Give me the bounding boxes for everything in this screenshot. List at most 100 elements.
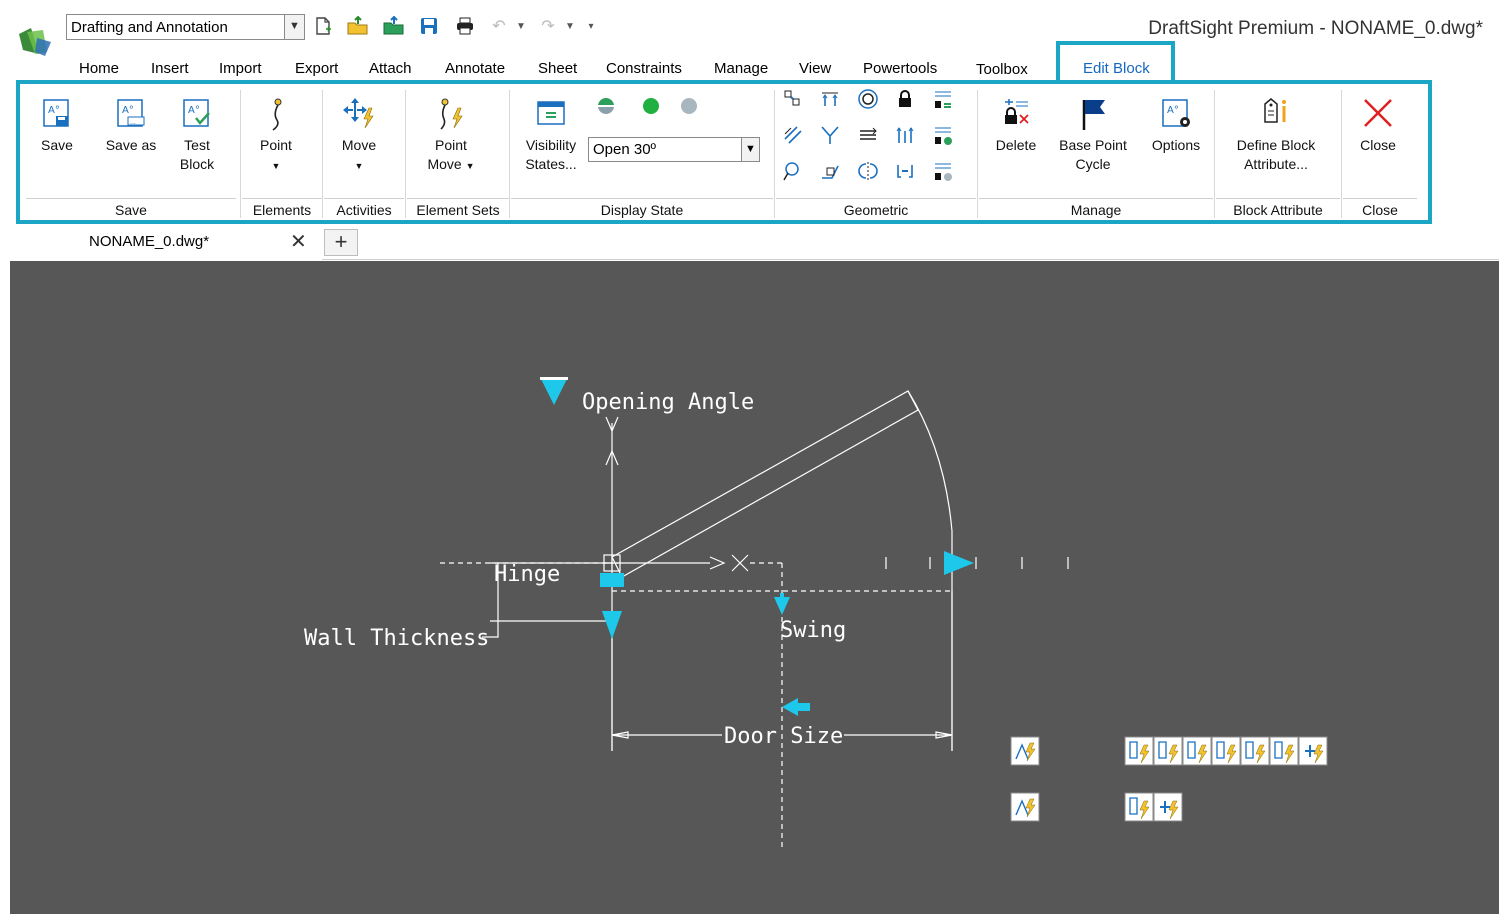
print-icon[interactable] [454,16,476,38]
chevron-down-icon[interactable]: ▼ [741,138,759,161]
drawing-canvas[interactable]: Opening Angle Hinge Wall Thickness Swing… [10,261,1499,914]
swing-grip-stem[interactable] [780,593,784,607]
symmetric-icon[interactable] [855,160,881,186]
coincident-icon[interactable] [780,88,806,114]
new-tab-button[interactable]: + [324,229,358,256]
redo-dropdown-icon[interactable]: ▼ [559,16,581,38]
undo-icon[interactable]: ↶ [488,16,510,38]
point-action-badge[interactable] [1211,736,1241,766]
visibility-state-select[interactable]: Open 30º ▼ [588,137,760,162]
horizontal-align-icon[interactable] [817,88,843,114]
show-constraints-icon[interactable] [930,88,956,114]
visibility-states-button[interactable]: Visibility States... [519,96,583,174]
document-tab-name: NONAME_0.dwg* [89,233,210,250]
tab-edit-block[interactable]: Edit Block [1056,41,1175,82]
chevron-down-icon[interactable]: ▼ [284,15,304,39]
concentric-icon[interactable] [855,88,881,114]
test-block-button[interactable]: A° Test Block [174,96,220,174]
define-block-attribute-button[interactable]: Define Block Attribute... [1220,96,1332,174]
close-tab-icon[interactable]: ✕ [290,229,307,254]
wall-thickness-grip[interactable] [602,611,622,639]
close-block-editor-button[interactable]: Close [1350,96,1406,155]
hinge-grip[interactable] [600,573,624,587]
visibility-states-icon [537,101,565,125]
tab-attach[interactable]: Attach [369,60,412,77]
tab-import[interactable]: Import [219,60,262,77]
divider [511,198,773,199]
move-action-icon [343,98,374,129]
undo-dropdown-icon[interactable]: ▼ [510,16,532,38]
tab-toolbox[interactable]: Toolbox [976,61,1028,78]
customize-icon[interactable]: ▾ [580,16,602,38]
show-all-constraints-icon[interactable] [930,124,956,150]
vertical-align-icon[interactable] [892,124,918,150]
tab-view[interactable]: View [799,60,831,77]
fix-lock-icon[interactable] [892,88,918,114]
new-file-icon[interactable] [312,16,334,38]
tab-export[interactable]: Export [295,60,338,77]
save-as-button[interactable]: A° ... Save as [100,96,162,155]
redo-icon[interactable]: ↷ [537,16,559,38]
tab-manage[interactable]: Manage [714,60,768,77]
parallel-icon[interactable] [780,124,806,150]
opening-angle-grip[interactable] [540,377,568,405]
chevron-down-icon[interactable]: ▼ [466,161,475,171]
visibility-mode-icon[interactable] [593,96,619,122]
document-tab[interactable]: NONAME_0.dwg* ✕ [10,226,322,260]
smooth-icon[interactable] [780,160,806,186]
collinear-icon[interactable] [892,160,918,186]
flag-icon [1082,100,1105,130]
action-badges[interactable] [1010,736,1328,822]
point-action-badge[interactable] [1124,792,1154,822]
svg-text:A°: A° [188,105,200,116]
tab-sheet[interactable]: Sheet [538,60,577,77]
move-action-badge[interactable] [1153,792,1183,822]
workspace-select[interactable]: Drafting and Annotation ▼ [66,14,305,40]
wall-thickness-label: Wall Thickness [304,626,489,651]
elements-group-label: Elements [252,202,312,218]
move-action-badge[interactable] [1298,736,1328,766]
save-block-button[interactable]: A° Save [34,96,80,155]
move-action-button[interactable]: Move ▼ [330,96,388,176]
action-badge-row[interactable] [1124,792,1183,822]
equal-icon[interactable] [855,124,881,150]
base-point-label-1: Base Point [1059,137,1127,153]
tab-powertools[interactable]: Powertools [863,60,937,77]
base-point-cycle-button[interactable]: Base Point Cycle [1052,96,1134,174]
stretch-action-badge-2[interactable] [1010,792,1040,822]
plus-icon: + [334,229,348,254]
chevron-down-icon[interactable]: ▼ [272,161,281,171]
save-group-label: Save [115,202,147,218]
opening-angle-end-grip[interactable] [944,551,974,575]
swing-grip-left[interactable] [782,698,798,716]
point-action-badge[interactable] [1269,736,1299,766]
tab-home[interactable]: Home [79,60,119,77]
point-action-badge[interactable] [1153,736,1183,766]
point-action-badge[interactable] [1182,736,1212,766]
swing-grip-left-stem[interactable] [796,703,810,711]
point-button[interactable]: Point ▼ [248,96,304,176]
open-folder-icon[interactable] [347,15,369,38]
tab-constraints[interactable]: Constraints [606,60,682,77]
options-button[interactable]: A° Options [1144,96,1208,155]
point-move-button[interactable]: Point Move ▼ [415,96,487,176]
make-visible-icon[interactable] [638,96,664,122]
make-invisible-icon[interactable] [676,96,702,122]
point-action-badge[interactable] [1124,736,1154,766]
block-drawing[interactable]: Opening Angle Hinge Wall Thickness Swing… [10,261,1499,914]
chevron-down-icon[interactable]: ▼ [355,161,364,171]
open-sheet-icon[interactable] [383,15,405,38]
tab-annotate[interactable]: Annotate [445,60,505,77]
hide-constraints-icon[interactable] [930,160,956,186]
delete-button[interactable]: Delete [988,96,1044,155]
tab-insert[interactable]: Insert [151,60,189,77]
save-icon[interactable] [418,16,440,38]
perpendicular-icon[interactable] [817,160,843,186]
action-badge-row[interactable] [1124,736,1328,766]
tangent-icon[interactable] [817,124,843,150]
point-action-badge[interactable] [1240,736,1270,766]
stretch-action-badge[interactable] [1010,736,1040,766]
block-attribute-group-label: Block Attribute [1233,202,1323,218]
app-logo-icon[interactable] [17,24,57,58]
parameter-grips[interactable] [540,377,974,716]
